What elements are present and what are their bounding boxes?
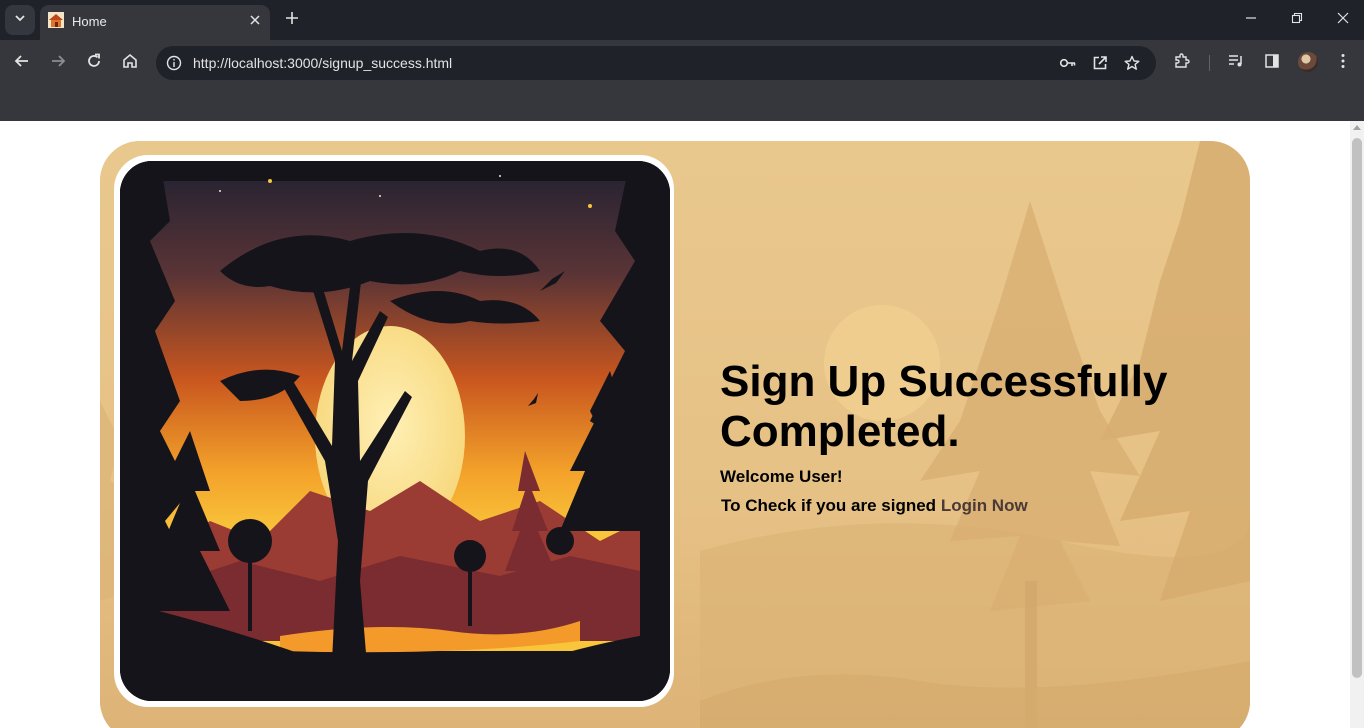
avatar[interactable]: [1298, 52, 1318, 72]
close-window-button[interactable]: [1329, 8, 1357, 32]
minimize-icon: [1245, 11, 1257, 29]
forward-button[interactable]: [44, 49, 72, 77]
tab-title: Home: [72, 14, 107, 29]
star-icon[interactable]: [1122, 53, 1142, 73]
address-bar[interactable]: http://localhost:3000/signup_success.htm…: [156, 46, 1156, 80]
reload-button[interactable]: [80, 49, 108, 77]
success-message: Sign Up Successfully Completed. Welcome …: [720, 357, 1220, 516]
minimize-button[interactable]: [1237, 8, 1265, 32]
info-icon[interactable]: [164, 53, 184, 73]
signup-success-card: Sign Up Successfully Completed. Welcome …: [100, 141, 1250, 728]
open-external-icon[interactable]: [1090, 53, 1110, 73]
tab-home[interactable]: Home: [40, 5, 270, 40]
media-controls-button[interactable]: [1224, 51, 1248, 75]
restore-button[interactable]: [1283, 8, 1311, 32]
page-viewport: Sign Up Successfully Completed. Welcome …: [0, 121, 1364, 728]
home-button[interactable]: [116, 49, 144, 77]
reload-icon: [86, 53, 102, 74]
bookmarks-bar: [0, 86, 1364, 121]
new-tab-button[interactable]: [280, 8, 304, 32]
scrollbar-thumb[interactable]: [1352, 138, 1362, 678]
url-text[interactable]: http://localhost:3000/signup_success.htm…: [193, 55, 452, 71]
tab-search-button[interactable]: [5, 5, 35, 35]
home-icon: [122, 53, 138, 74]
close-icon: [1337, 11, 1349, 29]
welcome-text: Welcome User!: [720, 467, 843, 486]
kebab-menu-icon: [1341, 53, 1345, 74]
playlist-icon: [1227, 52, 1245, 75]
check-signed-text: To Check if you are signed Login Now: [720, 496, 1220, 516]
scroll-up-arrow-icon[interactable]: [1353, 125, 1361, 130]
back-arrow-icon: [14, 53, 30, 74]
close-icon[interactable]: [246, 11, 264, 29]
forward-arrow-icon: [50, 53, 66, 74]
back-button[interactable]: [8, 49, 36, 77]
side-panel-icon: [1264, 53, 1280, 74]
page-scrollbar[interactable]: [1350, 121, 1364, 728]
login-now-link[interactable]: Login Now: [941, 496, 1028, 515]
puzzle-icon: [1173, 52, 1191, 75]
browser-toolbar: http://localhost:3000/signup_success.htm…: [0, 40, 1364, 86]
check-signed-label: To Check if you are signed: [721, 496, 937, 515]
browser-menu-button[interactable]: [1331, 51, 1355, 75]
sunset-forest-image: [120, 161, 670, 701]
home-icon: [48, 12, 64, 28]
key-icon[interactable]: [1058, 53, 1078, 73]
side-panel-button[interactable]: [1260, 51, 1284, 75]
toolbar-separator: [1209, 55, 1210, 71]
chevron-down-icon: [14, 11, 26, 29]
plus-icon: [285, 11, 299, 30]
tab-strip: Home: [0, 0, 1364, 40]
restore-icon: [1291, 11, 1303, 29]
extensions-button[interactable]: [1170, 51, 1194, 75]
page-title: Sign Up Successfully Completed.: [720, 357, 1168, 456]
